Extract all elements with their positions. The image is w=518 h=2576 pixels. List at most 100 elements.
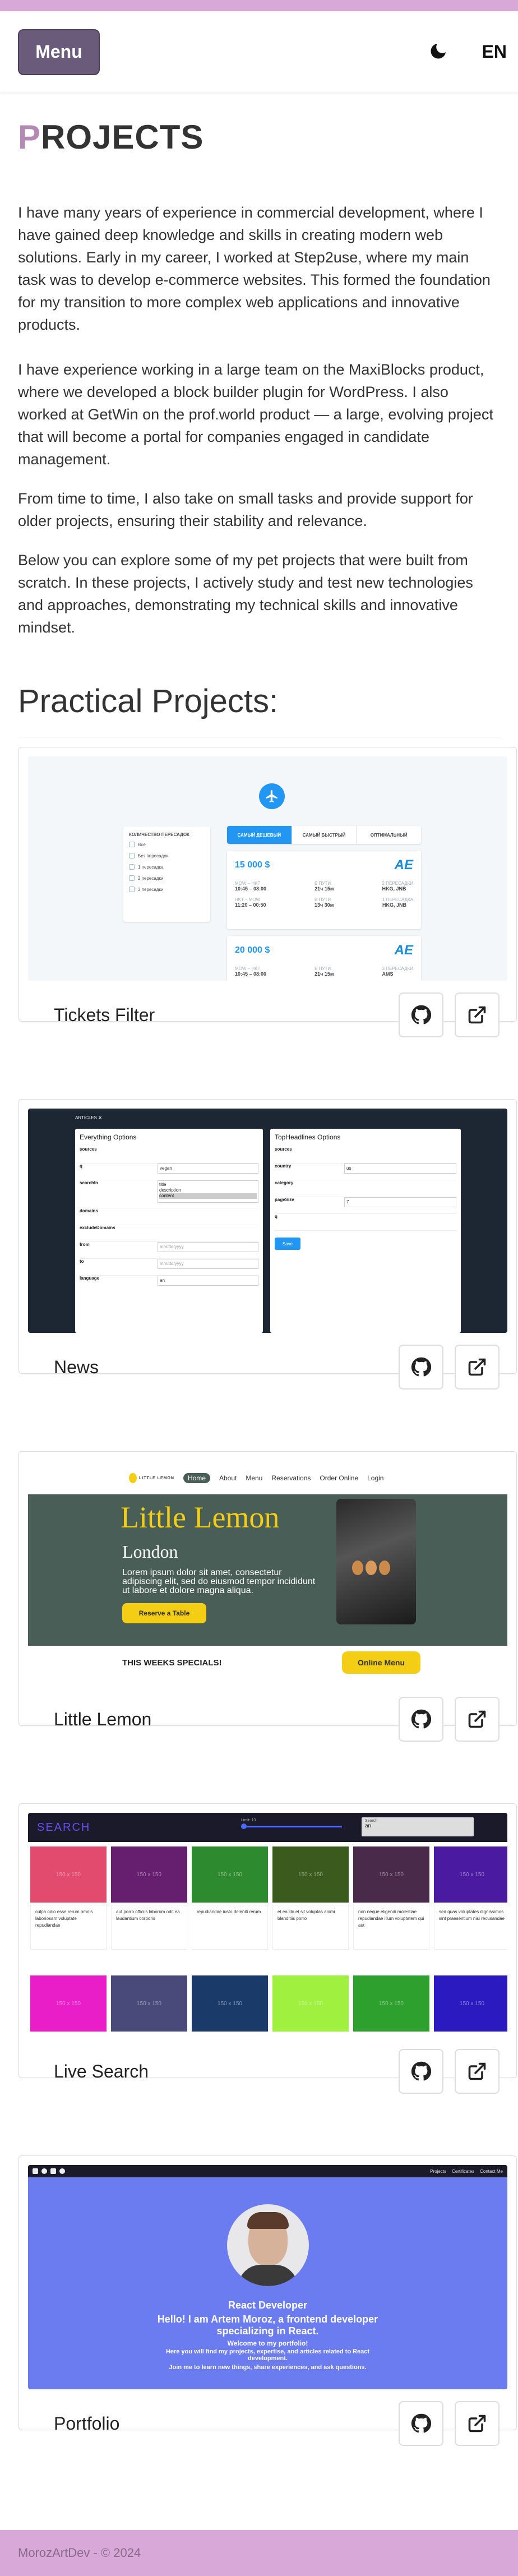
external-link-button[interactable] [455, 1697, 499, 1742]
project-title: Portfolio [54, 2413, 120, 2434]
stops-filter-panel: КОЛИЧЕСТВО ПЕРЕСАДОК Все Без пересадок 1… [123, 827, 210, 922]
github-link-button[interactable] [399, 1345, 443, 1389]
result-image-tile: 150 x 150 [111, 1846, 187, 1903]
intro-paragraph-2: I have experience working in a large tea… [18, 361, 493, 468]
ticket-card[interactable]: 15 000 $ AE MOW – HKT 10:45 – 08:00 В ПУТ… [227, 851, 421, 929]
external-link-button[interactable] [455, 992, 499, 1037]
filter-option[interactable]: Все [129, 842, 205, 847]
github-link-button[interactable] [399, 1697, 443, 1742]
external-link-icon [468, 2415, 486, 2432]
search-input[interactable]: Search an [362, 1817, 474, 1836]
result-image-tile: 150 x 150 [434, 1975, 507, 2032]
card-footer: Tickets Filter [28, 981, 507, 1049]
ticket-card[interactable]: 20 000 $ AE MOW – HKT 10:45 – 08:00 В ПУТ… [227, 936, 421, 981]
project-screenshot-little-lemon[interactable]: LITTLE LEMON Home About Menu Reservation… [28, 1461, 507, 1685]
filter-option[interactable]: 3 пересадки [129, 887, 205, 892]
github-icon [411, 1709, 431, 1729]
project-screenshot-portfolio[interactable]: Projects Certificates Contact Me React Dev… [28, 2165, 507, 2389]
sort-tabs: САМЫЙ ДЕШЕВЫЙ САМЫЙ БЫСТРЫЙ ОПТИМАЛЬНЫЙ [227, 826, 421, 844]
card-footer: News [28, 1333, 507, 1401]
site-footer: MorozArtDev - © 2024 [0, 2530, 518, 2576]
result-caption[interactable]: sed quas voluptates dignissimos sint pra… [434, 1905, 507, 1950]
lemon-nav: LITTLE LEMON Home About Menu Reservation… [129, 1473, 383, 1483]
result-image-tile: 150 x 150 [192, 1975, 268, 2032]
external-link-icon [468, 1006, 486, 1024]
card-actions [399, 2049, 499, 2094]
result-caption[interactable]: repudiandae iusto deleniti rerum [192, 1905, 268, 1950]
result-image-tile: 150 x 150 [111, 1975, 187, 2032]
sort-tab[interactable]: САМЫЙ БЫСТРЫЙ [291, 826, 357, 844]
project-card-live-search: SEARCH Limit: 13 Search an 150 x 150 culp… [18, 1803, 517, 2094]
github-icon [411, 1005, 431, 1024]
project-screenshot-news[interactable]: ARTICLES ✕ Everything Options sources qv… [28, 1109, 507, 1333]
intro-paragraph-1: I have many years of experience in comme… [18, 204, 491, 333]
result-caption[interactable]: aut porro officiis laborum odit ea lauda… [111, 1905, 187, 1950]
filter-title: КОЛИЧЕСТВО ПЕРЕСАДОК [129, 832, 189, 837]
external-link-button[interactable] [455, 1345, 499, 1389]
card-actions [399, 2401, 499, 2446]
project-card-news: ARTICLES ✕ Everything Options sources qv… [18, 1099, 517, 1389]
card-actions [399, 992, 499, 1037]
portfolio-nav: Projects Certificates Contact Me [28, 2165, 507, 2177]
reserve-button[interactable]: Reserve a Table [122, 1603, 206, 1623]
project-title: Little Lemon [54, 1709, 152, 1729]
tile-size-label: 150 x 150 [298, 2000, 323, 2007]
site-header: Menu EN [0, 11, 518, 93]
restaurant-photo [336, 1499, 416, 1624]
result-caption[interactable]: et ea illo et sit voluptas animi blandit… [272, 1905, 349, 1950]
result-caption[interactable]: non neque eligendi molestiae repudiandae… [353, 1905, 429, 1950]
top-accent-strip [0, 0, 518, 11]
section-title: Practical Projects: [18, 682, 500, 737]
tile-size-label: 150 x 150 [137, 2000, 161, 2007]
tile-size-label: 150 x 150 [379, 2000, 404, 2007]
menu-button[interactable]: Menu [18, 29, 100, 75]
sort-tab[interactable]: САМЫЙ ДЕШЕВЫЙ [227, 826, 292, 844]
card-actions [399, 1345, 499, 1389]
card-actions [399, 1697, 499, 1742]
airline-logo: AE [394, 943, 413, 958]
tile-size-label: 150 x 150 [379, 1871, 404, 1878]
project-title: Live Search [54, 2061, 149, 2081]
github-link-button[interactable] [399, 2049, 443, 2094]
github-link-button[interactable] [399, 2401, 443, 2446]
search-header: SEARCH Limit: 13 Search an [28, 1813, 507, 1842]
ticket-price: 15 000 $ [235, 860, 270, 870]
external-link-button[interactable] [455, 2401, 499, 2446]
sort-tab[interactable]: ОПТИМАЛЬНЫЙ [356, 826, 421, 844]
filter-option[interactable]: 2 пересадки [129, 875, 205, 881]
tile-size-label: 150 x 150 [218, 1871, 242, 1878]
project-screenshot-tickets[interactable]: КОЛИЧЕСТВО ПЕРЕСАДОК Все Без пересадок 1… [28, 756, 507, 981]
result-caption[interactable]: culpa odio esse rerum omnis laboriosam v… [30, 1905, 107, 1950]
filter-option[interactable]: 1 пересадка [129, 864, 205, 870]
project-screenshot-live-search[interactable]: SEARCH Limit: 13 Search an 150 x 150 culp… [28, 1813, 507, 2037]
specials-title: THIS WEEKS SPECIALS! [122, 1658, 222, 1668]
filter-option[interactable]: Без пересадок [129, 853, 205, 858]
everything-options-panel: Everything Options sources q vegan search… [75, 1129, 263, 1333]
tile-size-label: 150 x 150 [460, 1871, 484, 1878]
tile-size-label: 150 x 150 [218, 2000, 242, 2007]
project-card-little-lemon: LITTLE LEMON Home About Menu Reservation… [18, 1451, 517, 1742]
card-footer: Portfolio [28, 2389, 507, 2458]
external-link-button[interactable] [455, 2049, 499, 2094]
save-button[interactable]: Save [275, 1238, 300, 1250]
theme-toggle-moon-icon[interactable] [426, 41, 448, 63]
online-menu-button[interactable]: Online Menu [342, 1651, 420, 1674]
result-image-tile: 150 x 150 [192, 1846, 268, 1903]
lemon-hero: Little Lemon London Lorem ipsum dolor si… [28, 1494, 507, 1646]
tile-size-label: 150 x 150 [56, 2000, 81, 2007]
language-switch[interactable]: EN [482, 41, 507, 62]
result-image-tile: 150 x 150 [434, 1846, 507, 1903]
project-card-portfolio: Projects Certificates Contact Me React Dev… [18, 2155, 517, 2446]
result-image-tile: 150 x 150 [272, 1975, 349, 2032]
portfolio-hero-text: React Developer Hello! I am Artem Moroz,… [157, 2300, 378, 2371]
project-title: Tickets Filter [54, 1004, 155, 1025]
card-footer: Little Lemon [28, 1685, 507, 1753]
plane-icon [259, 783, 285, 809]
github-link-button[interactable] [399, 992, 443, 1037]
project-card-tickets-filter: КОЛИЧЕСТВО ПЕРЕСАДОК Все Без пересадок 1… [18, 747, 517, 1037]
github-icon [411, 2413, 431, 2433]
page-title-rest: ROJECTS [41, 118, 204, 156]
header-controls: EN [426, 41, 507, 63]
card-footer: Live Search [28, 2037, 507, 2106]
footer-copyright: MorozArtDev - © 2024 [18, 2546, 141, 2560]
